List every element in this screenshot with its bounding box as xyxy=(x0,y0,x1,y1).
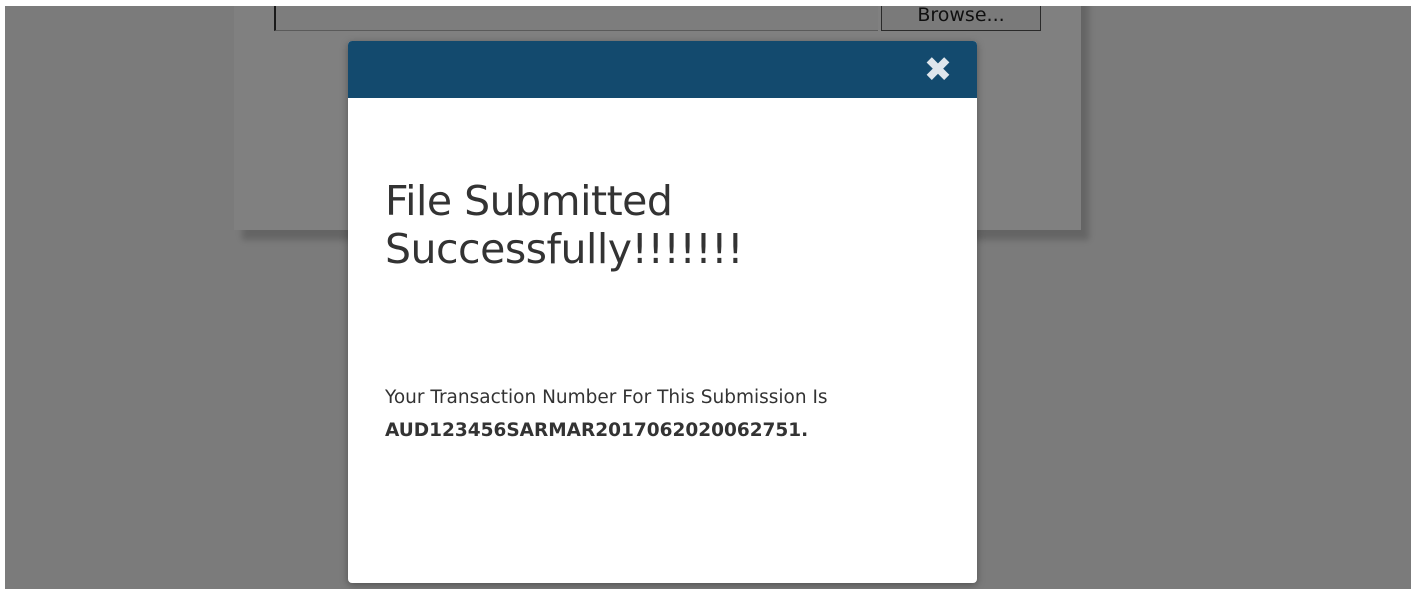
dialog-header: ✖ xyxy=(348,41,977,98)
transaction-number: AUD123456SARMAR2017062020062751. xyxy=(385,420,809,441)
dialog-message: Your Transaction Number For This Submiss… xyxy=(385,381,945,447)
transaction-message-text: Your Transaction Number For This Submiss… xyxy=(385,387,828,408)
close-icon[interactable]: ✖ xyxy=(921,53,955,87)
dialog-title: File Submitted Successfully!!!!!!! xyxy=(385,177,744,273)
modal-overlay: Browse... ✖ File Submitted Successfully!… xyxy=(5,6,1411,589)
success-dialog: ✖ File Submitted Successfully!!!!!!! You… xyxy=(348,41,977,583)
browse-button[interactable]: Browse... xyxy=(881,6,1041,31)
file-path-input[interactable] xyxy=(274,6,878,31)
